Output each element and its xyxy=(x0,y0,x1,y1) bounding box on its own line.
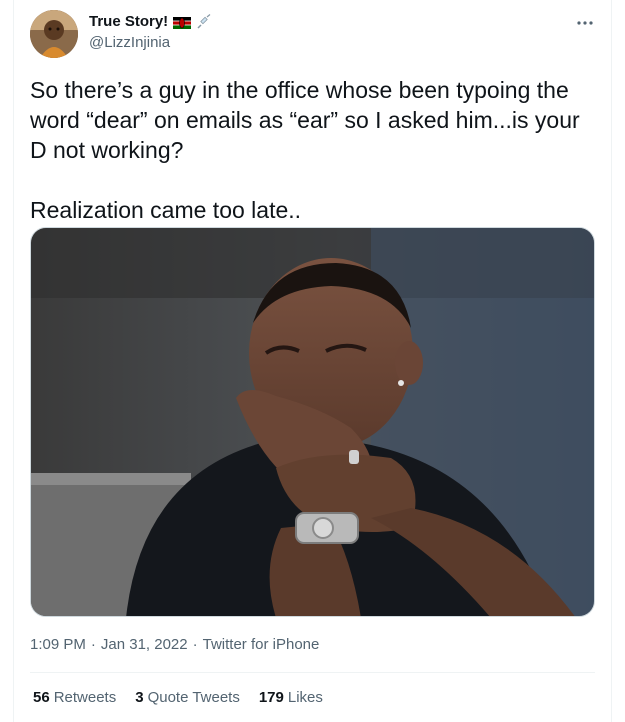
avatar-image xyxy=(30,10,78,58)
tweet-stats: 56 Retweets 3 Quote Tweets 179 Likes xyxy=(33,689,323,706)
likes-label: Likes xyxy=(287,689,323,706)
card-right-border xyxy=(611,0,612,722)
tweet-text: So there’s a guy in the office whose bee… xyxy=(30,77,580,223)
author-handle[interactable]: @LizzInjinia xyxy=(89,34,170,51)
more-dots-icon xyxy=(577,21,593,25)
author-display-name[interactable]: True Story! xyxy=(89,13,168,30)
tweet-date-link[interactable]: Jan 31, 2022 xyxy=(101,636,188,653)
meta-separator: · xyxy=(192,636,198,653)
photo-man-laughing-icon xyxy=(31,228,594,616)
tweet-meta: 1:09 PM · Jan 31, 2022 · Twitter for iPh… xyxy=(30,636,319,653)
retweets-label: Retweets xyxy=(53,689,117,706)
likes-count: 179 xyxy=(258,689,284,706)
retweets-stat[interactable]: 56 Retweets xyxy=(33,689,116,706)
author-name-row: True Story! xyxy=(89,13,212,30)
meta-separator: · xyxy=(90,636,96,653)
stats-divider xyxy=(30,672,595,673)
more-options-button[interactable] xyxy=(570,8,600,38)
kenya-flag-icon xyxy=(173,16,192,29)
quote-tweets-stat[interactable]: 3 Quote Tweets xyxy=(135,689,240,706)
quote-tweets-count: 3 xyxy=(135,689,144,706)
quote-tweets-label: Quote Tweets xyxy=(147,689,240,706)
avatar[interactable] xyxy=(30,10,78,58)
tweet-time-link[interactable]: 1:09 PM xyxy=(30,636,86,653)
tweet-source-link[interactable]: Twitter for iPhone xyxy=(203,636,320,653)
tweet-photo[interactable] xyxy=(30,227,595,617)
syringe-icon xyxy=(196,13,212,30)
retweets-count: 56 xyxy=(33,689,50,706)
likes-stat[interactable]: 179 Likes xyxy=(259,689,323,706)
card-left-border xyxy=(13,0,14,722)
